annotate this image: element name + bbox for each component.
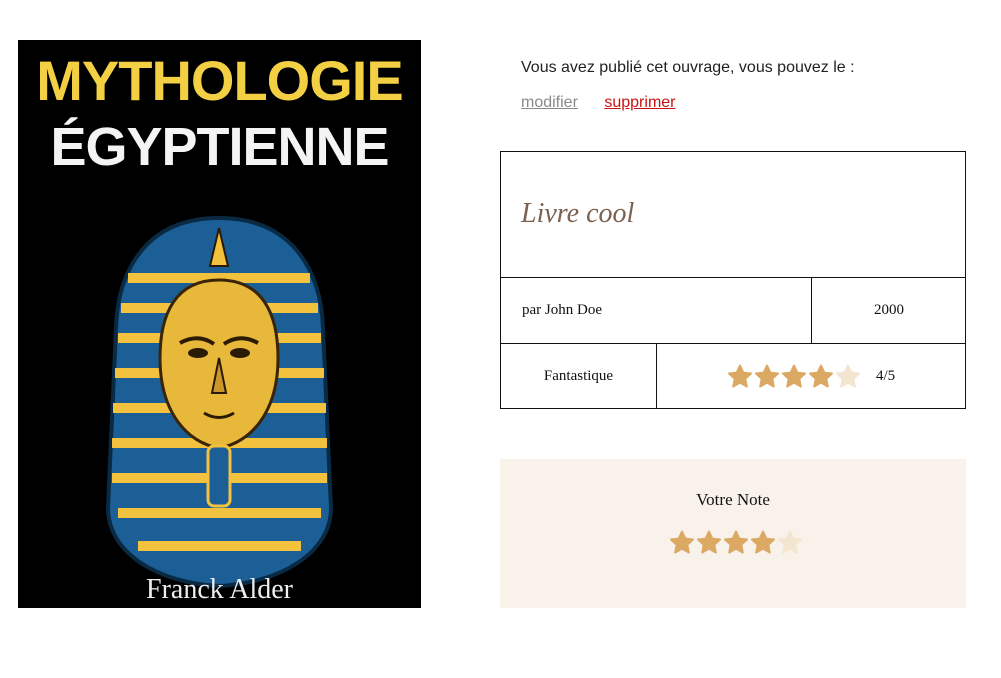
star-icon [727, 364, 753, 389]
pharaoh-mask-illustration [105, 215, 334, 588]
delete-link[interactable]: supprimer [604, 94, 675, 111]
rating-value: 4/5 [876, 368, 896, 384]
star-icon [781, 364, 807, 389]
star-icon [754, 364, 780, 389]
book-title: Livre cool [521, 198, 635, 229]
book-actions: modifier supprimer [521, 94, 676, 112]
book-cover: MYTHOLOGIE ÉGYPTIENNE Franck Alder [18, 40, 421, 608]
star-icon[interactable] [669, 530, 695, 555]
star-icon[interactable] [696, 530, 722, 555]
star-icon[interactable] [750, 530, 776, 555]
book-genre: Fantastique [543, 368, 614, 384]
cell-divider [656, 344, 657, 408]
book-author: par John Doe [522, 302, 602, 318]
star-icon [808, 364, 834, 389]
title-row: Livre cool [501, 152, 965, 278]
average-rating-stars [727, 364, 861, 389]
book-year: 2000 [874, 302, 904, 318]
user-rating-panel: Votre Note [500, 459, 966, 608]
star-icon[interactable] [777, 530, 803, 555]
cover-author: Franck Alder [146, 574, 293, 605]
edit-link[interactable]: modifier [521, 94, 578, 111]
author-year-row: par John Doe 2000 [501, 278, 965, 344]
star-icon[interactable] [723, 530, 749, 555]
book-info-table: Livre cool par John Doe 2000 Fantastique… [500, 151, 966, 409]
cover-title-line2: ÉGYPTIENNE [50, 117, 389, 177]
publisher-notice: Vous avez publié cet ouvrage, vous pouve… [521, 59, 855, 76]
genre-rating-row: Fantastique 4/5 [501, 344, 965, 408]
user-rating-stars[interactable] [669, 530, 803, 555]
cover-title-line1: MYTHOLOGIE [36, 49, 403, 112]
star-icon [835, 364, 861, 389]
user-rating-label: Votre Note [696, 490, 770, 509]
